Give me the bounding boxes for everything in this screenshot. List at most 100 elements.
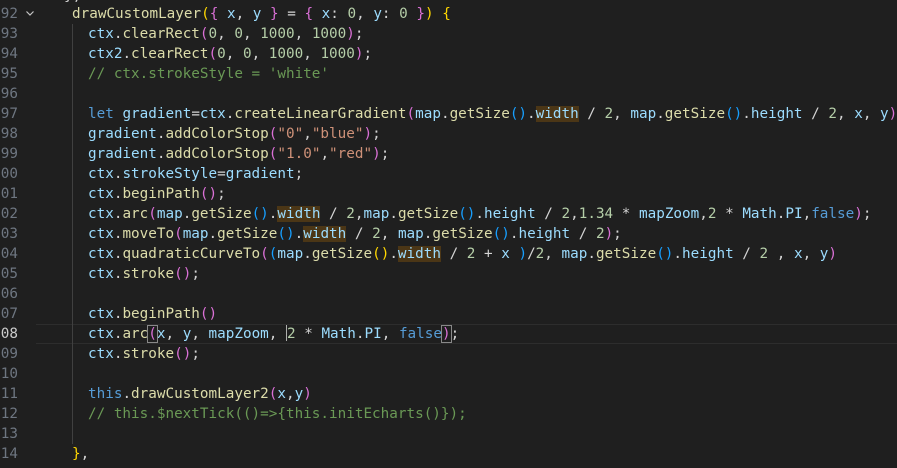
- code-token: ,: [354, 206, 364, 222]
- code-line[interactable]: 05 ctx.stroke();: [0, 264, 897, 284]
- indent-guide: [72, 424, 73, 444]
- code-token: ): [828, 246, 837, 262]
- code-token: "1.0": [277, 146, 321, 162]
- code-token: (: [148, 206, 157, 222]
- code-token: false: [811, 206, 855, 222]
- code-token: drawCustomLayer: [72, 6, 202, 22]
- code-token: 2: [595, 226, 605, 242]
- code-token: .: [122, 386, 132, 402]
- code-token: =: [287, 6, 305, 22]
- code-token: 1.34: [578, 206, 614, 222]
- code-token: ): [604, 226, 614, 242]
- code-token: (: [199, 26, 209, 42]
- code-token: /: [440, 246, 467, 262]
- code-line[interactable]: 93 ctx.clearRect(0, 0, 1000, 1000);: [0, 24, 897, 44]
- code-token: (): [199, 186, 218, 202]
- code-token: mapZoom: [639, 206, 700, 222]
- code-token: getSize: [449, 106, 510, 122]
- code-line[interactable]: 07 ctx.beginPath(): [0, 304, 897, 324]
- code-line[interactable]: 95 // ctx.strokeStyle = 'white': [0, 64, 897, 84]
- code-token: x: [321, 6, 331, 22]
- code-token: 0: [217, 46, 226, 62]
- line-number: 03: [0, 226, 18, 242]
- code-token: getSize: [664, 106, 726, 122]
- code-line[interactable]: 00 ctx.strokeStyle=gradient;: [0, 164, 897, 184]
- code-token: 2: [535, 246, 545, 262]
- indent-guide: [72, 124, 73, 144]
- code-token: this: [88, 386, 123, 402]
- code-line[interactable]: 04 ctx.quadraticCurveTo((map.getSize().wi…: [0, 244, 897, 264]
- code-token: (): [251, 206, 269, 222]
- code-line[interactable]: 10: [0, 364, 897, 384]
- line-number: 01: [0, 186, 18, 202]
- code-text: ctx.quadraticCurveTo((map.getSize().widt…: [88, 244, 837, 264]
- code-token: x: [793, 246, 803, 262]
- code-line[interactable]: 02 ctx.arc(map.getSize().width / 2,map.ge…: [0, 204, 897, 224]
- code-token: .: [208, 226, 218, 242]
- code-line[interactable]: 96: [0, 84, 897, 104]
- indent-guide: [72, 284, 73, 304]
- code-text: ctx.arc(x, y, mapZoom, 2 * Math.PI, fals…: [88, 324, 459, 344]
- code-token: 1000: [311, 26, 347, 42]
- code-token: ,: [80, 446, 90, 462]
- code-token: ;: [450, 326, 460, 342]
- code-token: x: [277, 386, 286, 402]
- line-number: 10: [0, 366, 18, 382]
- code-token: mapZoom: [208, 326, 269, 342]
- code-token: (): [174, 266, 192, 282]
- code-token: getSize: [311, 246, 373, 262]
- indent-guide: [72, 384, 73, 404]
- code-token: PI: [364, 326, 382, 342]
- code-editor[interactable]: }, 92 drawCustomLayer({ x, y } = { x: 0, …: [0, 0, 897, 468]
- code-line[interactable]: 11 this.drawCustomLayer2(x,y): [0, 384, 897, 404]
- code-line[interactable]: 98 gradient.addColorStop("0","blue");: [0, 124, 897, 144]
- code-line[interactable]: 09 ctx.stroke();: [0, 344, 897, 364]
- code-token: /: [320, 206, 347, 222]
- code-line[interactable]: 03 ctx.moveTo(map.getSize().width / 2, ma…: [0, 224, 897, 244]
- code-line[interactable]: 99 gradient.addColorStop("1.0","red");: [0, 144, 897, 164]
- code-line[interactable]: 06: [0, 284, 897, 304]
- fold-chevron-down-icon[interactable]: [24, 4, 36, 24]
- code-token: *: [613, 206, 639, 222]
- line-number: 92: [0, 6, 18, 22]
- code-token: PI: [785, 206, 803, 222]
- code-line[interactable]: 12 // this.$nextTick(()=>{this.initEchart…: [0, 404, 897, 424]
- code-line[interactable]: 14},: [0, 444, 897, 464]
- code-token: width: [277, 206, 321, 222]
- code-token: Math: [742, 206, 777, 222]
- code-token: map: [397, 226, 424, 242]
- indent-guide: [72, 364, 73, 384]
- code-token: width: [397, 246, 441, 262]
- code-token: .: [389, 246, 398, 262]
- line-number: 06: [0, 286, 18, 302]
- code-token: :: [381, 6, 400, 22]
- line-number: 14: [0, 446, 18, 462]
- code-line[interactable]: 94 ctx2.clearRect(0, 0, 1000, 1000);: [0, 44, 897, 64]
- code-token: 2: [561, 206, 571, 222]
- code-token: gradient: [88, 126, 157, 142]
- code-token: y: [294, 386, 304, 402]
- code-token: ;: [354, 26, 364, 42]
- code-token: {: [209, 6, 227, 22]
- code-token: ;: [294, 166, 304, 182]
- code-token: height: [518, 226, 571, 242]
- code-token: ,: [235, 6, 253, 22]
- code-token: gradient: [225, 166, 295, 182]
- code-token: }: [72, 446, 81, 462]
- code-line[interactable]: 92 drawCustomLayer({ x, y } = { x: 0, y: …: [0, 4, 897, 24]
- code-token: ,: [802, 246, 820, 262]
- code-token: gradient: [88, 146, 157, 162]
- code-line[interactable]: 13: [0, 424, 897, 444]
- code-token: ,: [613, 106, 631, 122]
- code-token: ,: [836, 106, 855, 122]
- code-token: (): [492, 226, 510, 242]
- line-number: 99: [0, 146, 18, 162]
- code-line[interactable]: 01 ctx.beginPath();: [0, 184, 897, 204]
- code-token: .: [355, 326, 365, 342]
- code-token: (: [174, 226, 183, 242]
- code-line-current[interactable]: 08 ctx.arc(x, y, mapZoom, 2 * Math.PI, fa…: [0, 324, 897, 344]
- code-line[interactable]: 97 let gradient=ctx.createLinearGradient(…: [0, 104, 897, 124]
- code-token: }: [261, 6, 288, 22]
- code-token: 1000: [268, 46, 304, 62]
- code-text: },: [72, 444, 89, 464]
